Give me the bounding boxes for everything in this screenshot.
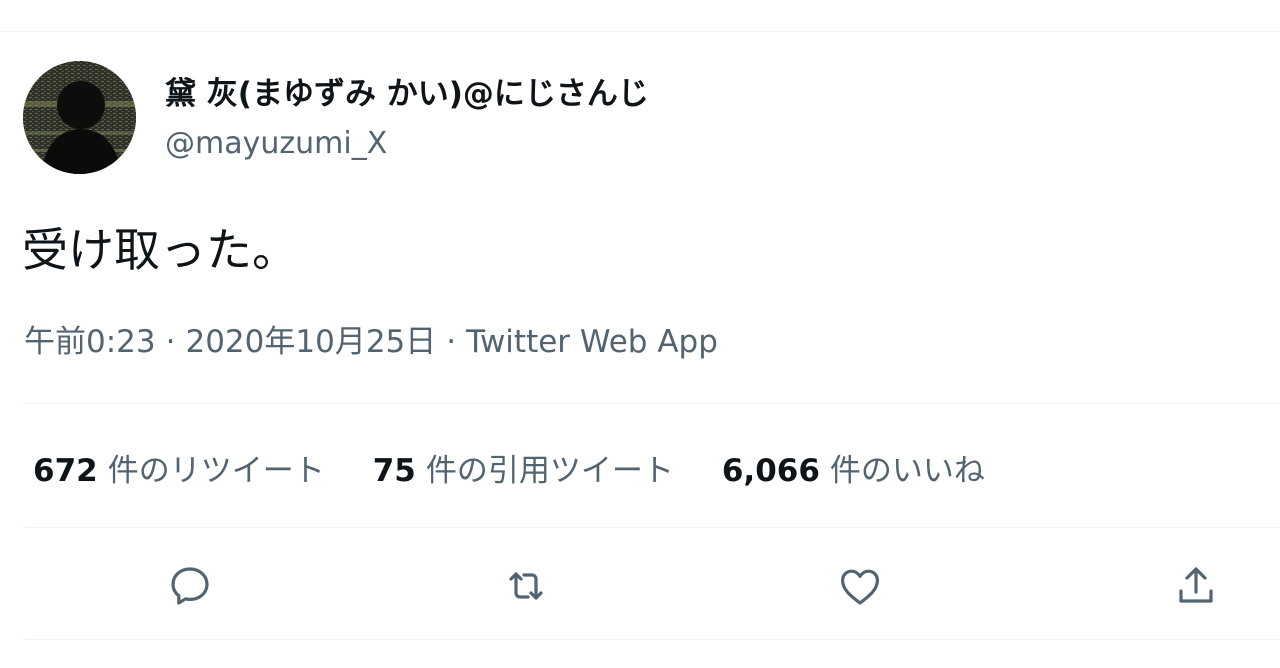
- retweet-count: 672: [33, 452, 98, 489]
- tweet-meta: 午前0:23 · 2020年10月25日 · Twitter Web App: [24, 321, 718, 363]
- tweet-actions: [0, 556, 1280, 616]
- reply-icon: [171, 567, 209, 605]
- share-button[interactable]: [1170, 560, 1222, 612]
- divider: [22, 527, 1280, 528]
- like-count-link[interactable]: 6,066 件のいいね: [722, 445, 985, 490]
- tweet-detail: 黛 灰(まゆずみ かい)@にじさんじ @mayuzumi_X 受け取った。 午前…: [0, 0, 1280, 668]
- tweet-time[interactable]: 午前0:23: [24, 324, 156, 360]
- like-icon: [841, 569, 879, 605]
- tweet-text: 受け取った。: [22, 223, 298, 277]
- retweet-label: 件のリツイート: [107, 452, 325, 489]
- quote-label: 件の引用ツイート: [425, 452, 674, 489]
- author-handle[interactable]: @mayuzumi_X: [165, 124, 387, 164]
- reply-button[interactable]: [164, 560, 216, 612]
- meta-separator: ·: [165, 324, 176, 360]
- divider: [22, 403, 1280, 404]
- retweet-icon: [509, 572, 543, 600]
- meta-separator: ·: [446, 324, 457, 360]
- avatar[interactable]: [23, 61, 136, 174]
- user-avatar-icon: [23, 61, 136, 174]
- divider: [0, 31, 1280, 32]
- quote-count-link[interactable]: 75 件の引用ツイート: [373, 445, 674, 490]
- share-icon: [1179, 567, 1213, 603]
- quote-count: 75: [372, 452, 416, 489]
- retweet-count-link[interactable]: 672 件のリツイート: [33, 445, 325, 490]
- like-label: 件のいいね: [829, 452, 985, 489]
- like-button[interactable]: [834, 560, 886, 612]
- divider: [22, 639, 1280, 640]
- author-name[interactable]: 黛 灰(まゆずみ かい)@にじさんじ: [165, 72, 649, 116]
- tweet-stats: 672 件のリツイート 75 件の引用ツイート 6,066 件のいいね: [33, 443, 1033, 491]
- like-count: 6,066: [721, 452, 820, 489]
- tweet-date[interactable]: 2020年10月25日: [185, 324, 436, 360]
- tweet-source[interactable]: Twitter Web App: [466, 324, 718, 360]
- retweet-button[interactable]: [500, 560, 552, 612]
